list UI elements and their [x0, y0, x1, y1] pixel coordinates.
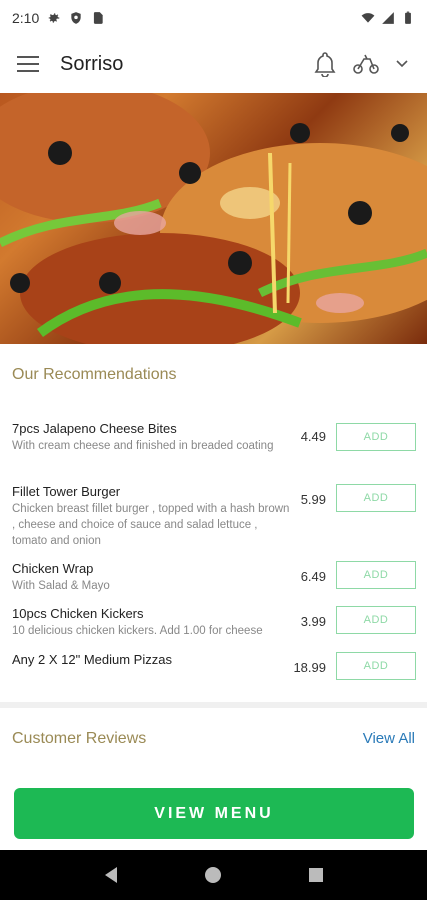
add-button[interactable]: ADD	[336, 561, 416, 589]
item-name: Fillet Tower Burger	[12, 484, 121, 499]
app-bar: Sorriso	[0, 36, 427, 92]
status-bar: 2:10	[0, 0, 427, 36]
customer-reviews-title: Customer Reviews	[12, 730, 147, 747]
recents-icon[interactable]	[304, 863, 328, 887]
sim-card-icon	[91, 11, 105, 25]
back-icon[interactable]	[99, 863, 123, 887]
item-price: 3.99	[300, 614, 326, 629]
battery-icon	[401, 11, 415, 25]
system-nav-bar	[0, 850, 427, 900]
hamburger-menu-icon[interactable]	[16, 52, 40, 76]
section-divider	[0, 702, 427, 708]
hero-pizza-image	[0, 93, 427, 344]
add-button[interactable]: ADD	[336, 423, 416, 451]
chevron-down-icon[interactable]	[393, 50, 411, 78]
item-name: 10pcs Chicken Kickers	[12, 606, 144, 621]
wifi-icon	[361, 11, 375, 25]
item-name: Chicken Wrap	[12, 561, 94, 576]
add-button[interactable]: ADD	[336, 484, 416, 512]
item-name: 7pcs Jalapeno Cheese Bites	[12, 421, 177, 436]
item-description: 10 delicious chicken kickers. Add 1.00 f…	[12, 625, 263, 637]
item-price: 4.49	[300, 429, 326, 444]
status-time: 2:10	[12, 10, 40, 26]
gear-icon	[47, 11, 61, 25]
signal-icon	[381, 11, 395, 25]
bell-icon[interactable]	[311, 50, 339, 78]
item-price: 18.99	[293, 660, 326, 675]
app-title: Sorriso	[60, 52, 124, 75]
item-name: Any 2 X 12" Medium Pizzas	[12, 652, 172, 667]
add-button[interactable]: ADD	[336, 606, 416, 634]
add-button[interactable]: ADD	[336, 652, 416, 680]
scooter-icon[interactable]	[351, 50, 381, 78]
view-all-link[interactable]: View All	[363, 730, 415, 747]
recommendations-title: Our Recommendations	[12, 366, 177, 383]
home-icon[interactable]	[201, 863, 225, 887]
item-description: With Salad & Mayo	[12, 580, 110, 592]
item-price: 6.49	[300, 569, 326, 584]
item-price: 5.99	[300, 492, 326, 507]
item-description: Chicken breast fillet burger , topped wi…	[12, 503, 290, 547]
view-menu-button[interactable]: VIEW MENU	[14, 788, 414, 839]
shield-icon	[69, 11, 83, 25]
item-description: With cream cheese and finished in breade…	[12, 440, 274, 452]
